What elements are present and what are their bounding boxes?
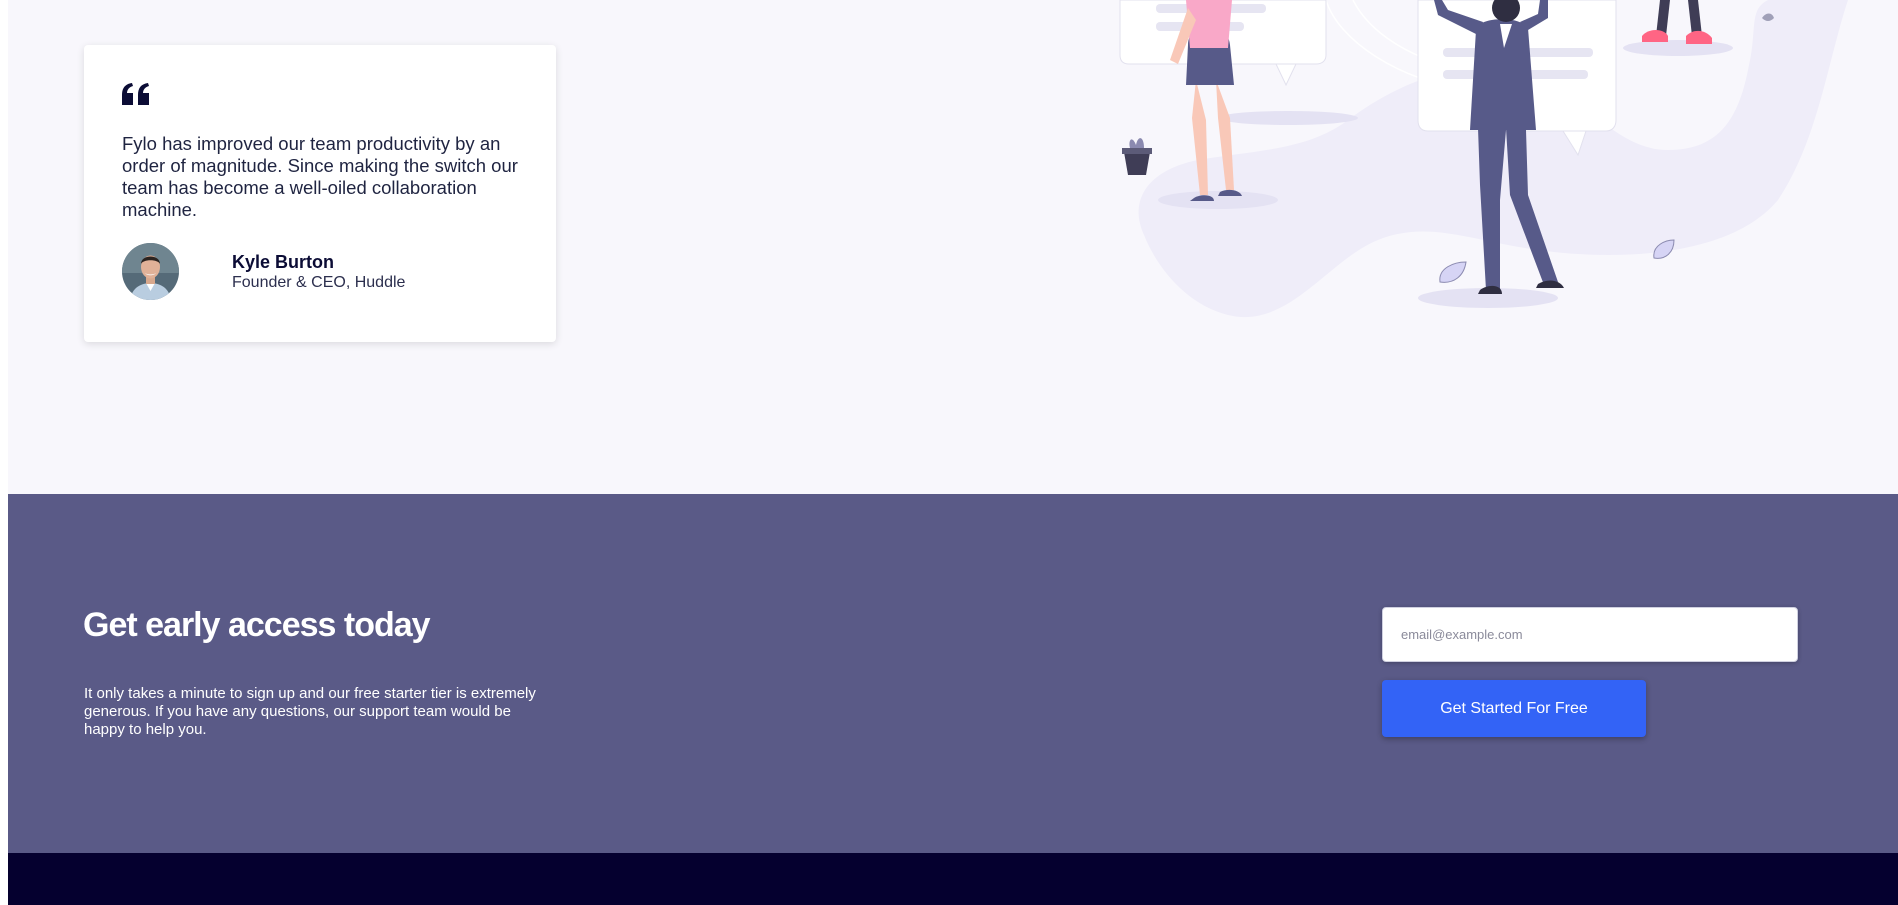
footer: [8, 853, 1898, 905]
early-access-section: Get early access today It only takes a m…: [8, 494, 1898, 853]
cta-title: Get early access today: [83, 606, 431, 644]
testimonial-quote: Fylo has improved our team productivity …: [122, 133, 518, 220]
author-title: Founder & CEO, Huddle: [232, 274, 406, 291]
email-input[interactable]: [1382, 607, 1798, 662]
page: Fylo has improved our team productivity …: [8, 0, 1898, 905]
cta-description: It only takes a minute to sign up and ou…: [84, 685, 536, 738]
avatar: [122, 243, 179, 300]
quote-icon: [122, 83, 149, 105]
author-name: Kyle Burton: [232, 252, 335, 272]
testimonial-card: Fylo has improved our team productivity …: [84, 45, 556, 342]
team-illustration: [1119, 0, 1848, 318]
get-started-button[interactable]: Get Started For Free: [1382, 680, 1646, 737]
testimonial-section: Fylo has improved our team productivity …: [8, 0, 1898, 494]
